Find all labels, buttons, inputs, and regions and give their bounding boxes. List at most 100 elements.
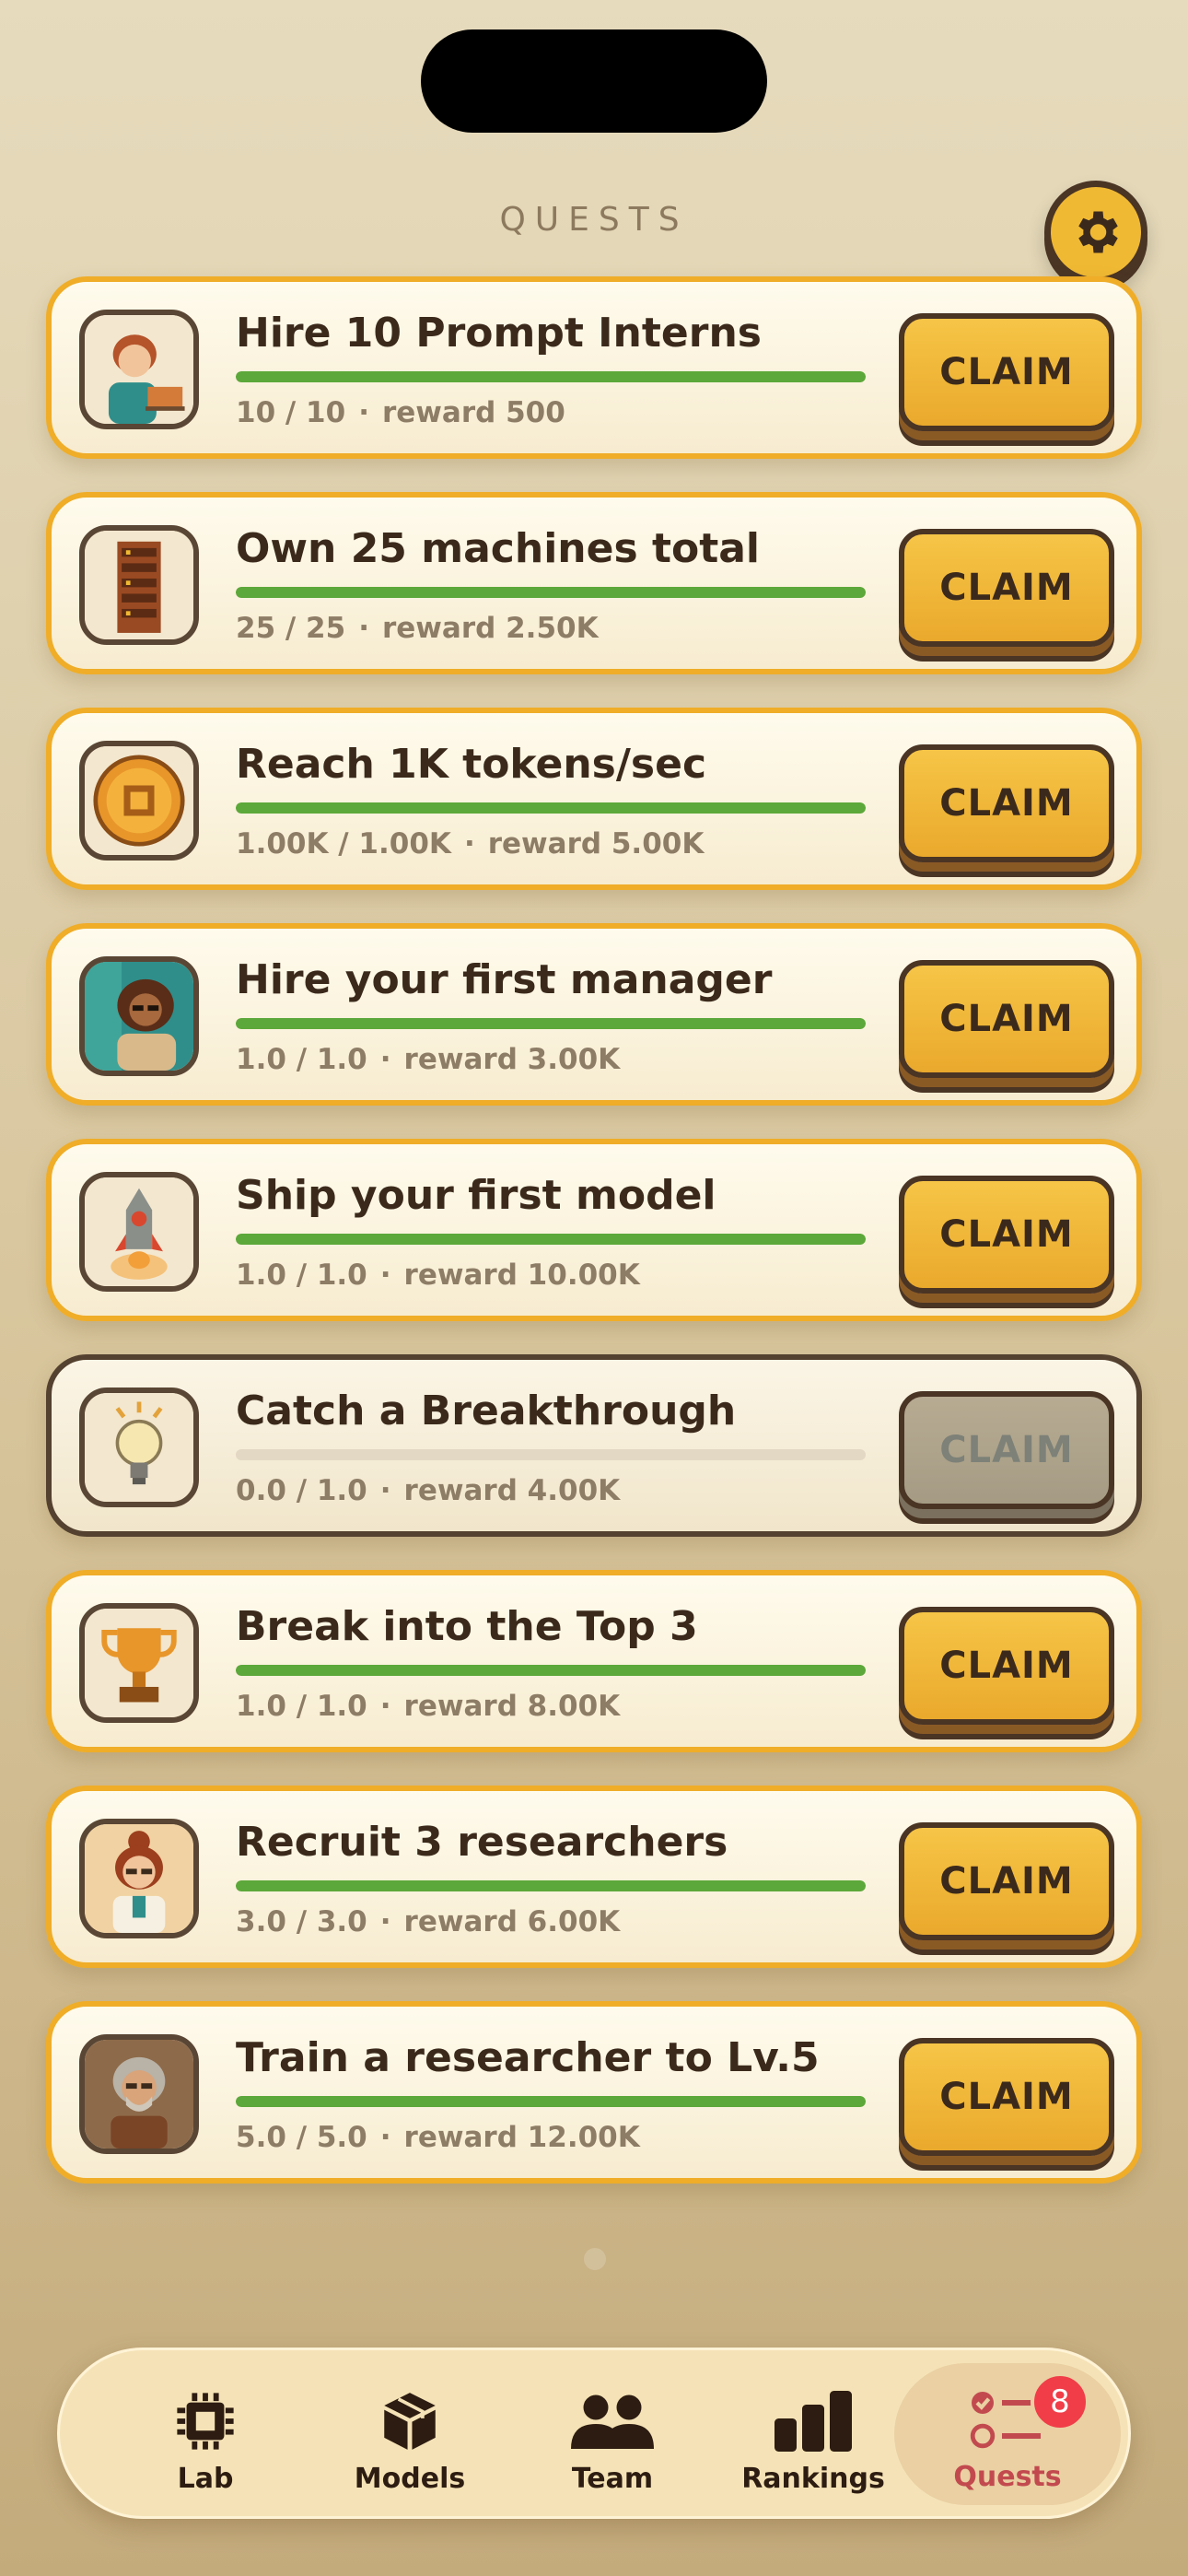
claim-button[interactable]: CLAIM [899, 529, 1114, 647]
quest-progress-bar [236, 1449, 866, 1460]
quest-card: Hire 10 Prompt Interns 10 / 10 · reward 50… [46, 276, 1142, 459]
quest-progress-fill [236, 2096, 866, 2107]
quest-progress-bar [236, 1880, 866, 1891]
quest-progress-fill [236, 1665, 866, 1676]
quest-progress-bar [236, 2096, 866, 2107]
tab-label: Models [354, 2463, 466, 2495]
quest-progress-bar [236, 587, 866, 598]
tab-rankings[interactable]: Rankings [712, 2350, 914, 2516]
quest-subtitle: 5.0 / 5.0 · reward 12.00K [236, 2121, 640, 2154]
lightbulb-icon [79, 1388, 199, 1507]
manager-portrait-icon [79, 956, 199, 1076]
page-indicator [584, 2248, 606, 2270]
quest-card: Own 25 machines total 25 / 25 · reward 2.5… [46, 492, 1142, 674]
people-icon [568, 2385, 657, 2457]
claim-button[interactable]: CLAIM [899, 1391, 1114, 1509]
quest-title: Reach 1K tokens/sec [236, 741, 707, 788]
quest-subtitle: 0.0 / 1.0 · reward 4.00K [236, 1474, 621, 1507]
quest-title: Catch a Breakthrough [236, 1388, 737, 1434]
quest-reward: reward 2.50K [381, 612, 599, 645]
quest-progress-fill [236, 802, 866, 814]
quest-progress-bar [236, 802, 866, 814]
quest-reward: reward 4.00K [403, 1474, 621, 1507]
quest-card: Break into the Top 3 1.0 / 1.0 · reward 8.… [46, 1570, 1142, 1752]
quest-subtitle: 1.0 / 1.0 · reward 3.00K [236, 1043, 621, 1076]
quest-card: Ship your first model 1.0 / 1.0 · reward 1… [46, 1139, 1142, 1321]
quest-reward: reward 6.00K [403, 1905, 621, 1938]
quest-reward: reward 5.00K [487, 827, 705, 861]
claim-button[interactable]: CLAIM [899, 1822, 1114, 1940]
quest-progress-fill [236, 1880, 866, 1891]
trophy-icon [79, 1603, 199, 1723]
claim-button[interactable]: CLAIM [899, 313, 1114, 431]
quest-list: Hire 10 Prompt Interns 10 / 10 · reward 50… [46, 276, 1142, 2217]
quest-progress-text: 1.0 / 1.0 [236, 1259, 367, 1292]
claim-button[interactable]: CLAIM [899, 960, 1114, 1078]
quest-card: Reach 1K tokens/sec 1.00K / 1.00K · reward… [46, 708, 1142, 890]
claim-button[interactable]: CLAIM [899, 1176, 1114, 1294]
tab-bar: Lab Models Team Rankings Quests 8 [57, 2348, 1131, 2519]
dynamic-island [421, 29, 767, 133]
quest-progress-fill [236, 1234, 866, 1245]
quest-title: Hire your first manager [236, 956, 773, 1003]
tab-quests[interactable]: Quests 8 [894, 2363, 1121, 2505]
quest-reward: reward 10.00K [403, 1259, 640, 1292]
cube-icon [366, 2385, 454, 2457]
quest-progress-bar [236, 1665, 866, 1676]
quest-card: Hire your first manager 1.0 / 1.0 · reward… [46, 923, 1142, 1106]
quest-title: Recruit 3 researchers [236, 1819, 728, 1866]
quest-progress-text: 1.0 / 1.0 [236, 1043, 367, 1076]
quest-title: Train a researcher to Lv.5 [236, 2034, 820, 2081]
quest-progress-text: 1.0 / 1.0 [236, 1690, 367, 1723]
claim-button[interactable]: CLAIM [899, 744, 1114, 862]
quest-progress-fill [236, 371, 866, 382]
quest-subtitle: 10 / 10 · reward 500 [236, 396, 565, 429]
quest-progress-text: 1.00K / 1.00K [236, 827, 451, 861]
quest-progress-text: 3.0 / 3.0 [236, 1905, 367, 1938]
notification-badge: 8 [1031, 2372, 1089, 2431]
page-title: QUESTS [499, 201, 689, 239]
quest-subtitle: 1.0 / 1.0 · reward 10.00K [236, 1259, 640, 1292]
quest-title: Break into the Top 3 [236, 1603, 698, 1650]
quest-card: Recruit 3 researchers 3.0 / 3.0 · reward 6… [46, 1786, 1142, 1968]
tab-label: Team [571, 2463, 654, 2495]
gear-icon [1078, 211, 1118, 253]
tab-team[interactable]: Team [511, 2350, 714, 2516]
quest-reward: reward 8.00K [403, 1690, 621, 1723]
quest-progress-text: 10 / 10 [236, 396, 346, 429]
claim-button[interactable]: CLAIM [899, 2038, 1114, 2156]
rocket-icon [79, 1172, 199, 1292]
claim-button[interactable]: CLAIM [899, 1607, 1114, 1725]
quest-reward: reward 12.00K [403, 2121, 640, 2154]
quest-reward: reward 3.00K [403, 1043, 621, 1076]
quest-card: Catch a Breakthrough 0.0 / 1.0 · reward 4.… [46, 1354, 1142, 1537]
quest-card: Train a researcher to Lv.5 5.0 / 5.0 · rew… [46, 2001, 1142, 2184]
quest-reward: reward 500 [381, 396, 565, 429]
quest-progress-bar [236, 1234, 866, 1245]
quest-subtitle: 3.0 / 3.0 · reward 6.00K [236, 1905, 621, 1938]
quest-subtitle: 25 / 25 · reward 2.50K [236, 612, 599, 645]
intern-portrait-icon [79, 310, 199, 429]
tab-lab[interactable]: Lab [104, 2350, 307, 2516]
quest-progress-bar [236, 1018, 866, 1029]
quest-progress-text: 5.0 / 5.0 [236, 2121, 367, 2154]
bar-chart-icon [769, 2385, 857, 2457]
quest-progress-fill [236, 587, 866, 598]
quest-title: Ship your first model [236, 1172, 716, 1219]
tab-label: Lab [177, 2463, 234, 2495]
server-rack-icon [79, 525, 199, 645]
tab-models[interactable]: Models [309, 2350, 511, 2516]
chip-icon [161, 2385, 250, 2457]
quest-title: Hire 10 Prompt Interns [236, 310, 762, 357]
tab-label: Rankings [741, 2463, 885, 2495]
quest-progress-text: 25 / 25 [236, 612, 346, 645]
quest-progress-bar [236, 371, 866, 382]
quest-progress-text: 0.0 / 1.0 [236, 1474, 367, 1507]
quest-subtitle: 1.00K / 1.00K · reward 5.00K [236, 827, 705, 861]
quest-progress-fill [236, 1018, 866, 1029]
quest-title: Own 25 machines total [236, 525, 761, 572]
researcher-portrait-icon [79, 1819, 199, 1938]
settings-button[interactable] [1044, 181, 1147, 284]
senior-researcher-portrait-icon [79, 2034, 199, 2154]
tab-label: Quests [953, 2461, 1062, 2493]
